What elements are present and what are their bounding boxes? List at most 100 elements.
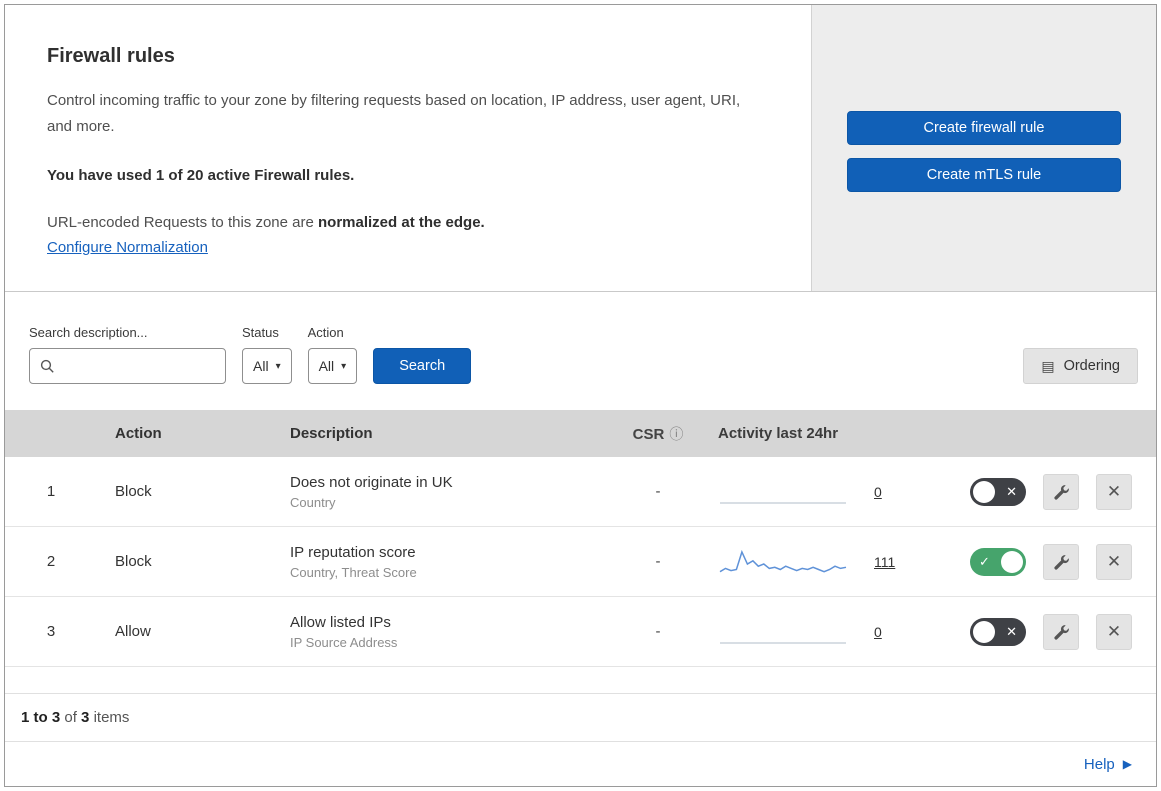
column-action: Action <box>115 425 162 442</box>
activity-sparkline <box>720 641 846 644</box>
activity-sparkline <box>719 549 847 573</box>
rule-priority: 1 <box>46 483 56 500</box>
top-section: Firewall rules Control incoming traffic … <box>5 5 1156 292</box>
firewall-rules-page: Firewall rules Control incoming traffic … <box>4 4 1157 787</box>
close-icon: ✕ <box>1106 481 1122 501</box>
rule-enabled-toggle[interactable]: ✓ ✕ <box>970 617 1026 646</box>
rule-priority: 3 <box>46 623 56 640</box>
page-description: Control incoming traffic to your zone by… <box>47 92 741 136</box>
items-range: 1 to 3 <box>21 709 61 726</box>
items-count-footer: 1 to 3 of 3 items <box>5 693 1156 741</box>
create-mtls-rule-button[interactable]: Create mTLS rule <box>847 158 1121 192</box>
table-spacer <box>5 667 1156 693</box>
help-link[interactable]: Help ▶ <box>1084 756 1132 773</box>
page-title: Firewall rules <box>47 45 175 67</box>
create-firewall-rule-button[interactable]: Create firewall rule <box>847 111 1121 145</box>
ordering-button-label: Ordering <box>1063 358 1120 374</box>
chevron-down-icon: ▾ <box>275 360 281 372</box>
filter-bar: Search description... Status All ▾ Actio… <box>5 292 1156 410</box>
activity-sparkline <box>720 501 846 504</box>
rule-activity-cell: 0 <box>714 474 962 510</box>
rule-criteria: Country, Threat Score <box>290 564 417 580</box>
search-icon <box>40 359 55 374</box>
column-description: Description <box>290 425 373 442</box>
table-header: Action Description CSR ⓘ Activity last 24… <box>5 410 1156 457</box>
search-box[interactable] <box>29 348 226 384</box>
cross-icon: ✕ <box>1006 623 1017 639</box>
action-dropdown[interactable]: All ▾ <box>307 348 358 384</box>
list-icon: ▤ <box>1041 357 1055 374</box>
action-label: Action <box>307 325 344 340</box>
help-row: Help ▶ <box>5 741 1156 786</box>
rule-action: Allow <box>115 623 151 640</box>
status-dropdown[interactable]: All ▾ <box>242 348 292 384</box>
toggle-knob <box>973 480 995 503</box>
column-activity: Activity last 24hr <box>718 425 839 442</box>
close-icon: ✕ <box>1106 551 1122 571</box>
search-group: Search description... <box>29 325 226 384</box>
rule-activity-cell: 0 <box>714 614 962 650</box>
configure-normalization-link[interactable]: Configure Normalization <box>47 239 208 256</box>
check-icon: ✓ <box>979 553 990 569</box>
activity-count-link[interactable]: 0 <box>874 624 882 640</box>
rule-description-cell: Does not originate in UK Country <box>272 474 602 510</box>
search-button[interactable]: Search <box>373 348 472 384</box>
rule-csr: - <box>655 483 661 500</box>
usage-note: You have used 1 of 20 active Firewall ru… <box>47 166 355 184</box>
delete-rule-button[interactable]: ✕ <box>1096 473 1132 510</box>
rule-description: IP reputation score <box>290 543 416 561</box>
rule-controls: ✓ ✕ ✕ <box>962 613 1156 650</box>
rule-description: Allow listed IPs <box>290 613 391 631</box>
rule-csr: - <box>655 623 661 640</box>
normalization-bold: normalized at the edge. <box>318 213 485 231</box>
toggle-knob <box>1001 550 1023 573</box>
activity-count-link[interactable]: 0 <box>874 484 882 500</box>
wrench-icon <box>1053 554 1069 570</box>
ordering-button[interactable]: ▤ Ordering <box>1023 348 1138 384</box>
rule-priority: 2 <box>46 553 56 570</box>
csr-header-label: CSR <box>632 425 665 443</box>
search-label: Search description... <box>29 325 148 340</box>
status-label: Status <box>242 325 279 340</box>
normalization-text: URL-encoded Requests to this zone are <box>47 213 318 231</box>
rule-criteria: Country <box>290 494 336 510</box>
table-row: 3 Allow Allow listed IPs IP Source Addre… <box>5 597 1156 667</box>
toggle-knob <box>973 620 995 643</box>
rule-controls: ✓ ✕ ✕ <box>962 473 1156 510</box>
rule-action: Block <box>115 553 152 570</box>
rule-action: Block <box>115 483 152 500</box>
help-arrow-icon: ▶ <box>1122 757 1132 771</box>
chevron-down-icon: ▾ <box>341 360 347 372</box>
cross-icon: ✕ <box>1006 483 1017 499</box>
edit-rule-button[interactable] <box>1043 473 1079 510</box>
info-icon[interactable]: ⓘ <box>669 426 683 442</box>
delete-rule-button[interactable]: ✕ <box>1096 613 1132 650</box>
column-csr: CSR ⓘ <box>602 424 714 444</box>
rule-description: Does not originate in UK <box>290 473 453 491</box>
rule-activity-cell: 111 <box>714 544 962 580</box>
help-label: Help <box>1083 755 1115 773</box>
wrench-icon <box>1053 624 1069 640</box>
items-word: items <box>93 709 130 726</box>
edit-rule-button[interactable] <box>1043 543 1079 580</box>
activity-count-link[interactable]: 111 <box>874 554 895 570</box>
rule-criteria: IP Source Address <box>290 634 398 650</box>
rule-controls: ✓ ✕ ✕ <box>962 543 1156 580</box>
delete-rule-button[interactable]: ✕ <box>1096 543 1132 580</box>
search-input[interactable] <box>63 357 215 375</box>
table-row: 2 Block IP reputation score Country, Thr… <box>5 527 1156 597</box>
close-icon: ✕ <box>1106 621 1122 641</box>
rule-enabled-toggle[interactable]: ✓ ✕ <box>970 547 1026 576</box>
intro-panel: Firewall rules Control incoming traffic … <box>5 5 811 291</box>
table-row: 1 Block Does not originate in UK Country… <box>5 457 1156 527</box>
action-dropdown-value: All <box>318 358 335 374</box>
normalization-note: URL-encoded Requests to this zone are no… <box>47 214 771 231</box>
status-group: Status All ▾ <box>242 325 292 384</box>
rule-description-cell: IP reputation score Country, Threat Scor… <box>272 544 602 580</box>
status-dropdown-value: All <box>253 358 269 374</box>
rule-enabled-toggle[interactable]: ✓ ✕ <box>970 477 1026 506</box>
wrench-icon <box>1053 484 1069 500</box>
edit-rule-button[interactable] <box>1043 613 1079 650</box>
rule-csr: - <box>655 553 661 570</box>
action-group: Action All ▾ <box>307 325 358 384</box>
